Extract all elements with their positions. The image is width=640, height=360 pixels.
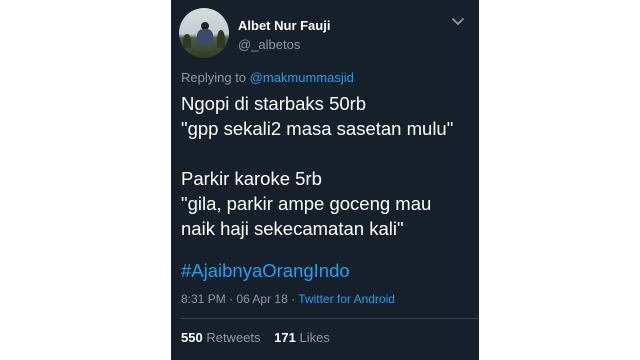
chevron-down-icon[interactable] <box>451 17 465 27</box>
tweet-line: naik haji sekecamatan kali" <box>181 218 404 239</box>
retweets-label: Retweets <box>206 330 261 345</box>
likes-label: Likes <box>299 330 330 345</box>
replying-to: Replying to @makmummasjid <box>181 70 354 85</box>
hashtag-link[interactable]: #AjaibnyaOrangIndo <box>181 260 350 282</box>
replying-to-handle-link[interactable]: @makmummasjid <box>250 70 354 85</box>
tweet-line: Parkir karoke 5rb <box>181 168 322 189</box>
tweet-line: "gpp sekali2 masa sasetan mulu" <box>181 118 454 139</box>
retweets-count: 550 <box>181 330 203 345</box>
retweets-stat[interactable]: 550 Retweets <box>181 330 264 345</box>
tweet-date: 06 Apr 18 <box>236 292 288 306</box>
author-handle[interactable]: @_albetos <box>238 37 300 52</box>
divider <box>181 318 479 319</box>
tweet-card: Albet Nur Fauji @_albetos Replying to @m… <box>171 0 479 360</box>
tweet-time: 8:31 PM <box>181 292 226 306</box>
tweet-line: Ngopi di starbaks 50rb <box>181 93 367 114</box>
likes-count: 171 <box>274 330 296 345</box>
likes-stat[interactable]: 171 Likes <box>274 330 330 345</box>
avatar-person-body <box>197 29 213 45</box>
tweet-stats: 550 Retweets 171 Likes <box>181 330 330 345</box>
tweet-meta: 8:31 PM · 06 Apr 18 · Twitter for Androi… <box>181 292 395 306</box>
tweet-text: Ngopi di starbaks 50rb "gpp sekali2 masa… <box>181 91 471 241</box>
author-name[interactable]: Albet Nur Fauji <box>238 18 330 33</box>
tweet-source-link[interactable]: Twitter for Android <box>298 292 395 306</box>
replying-to-label: Replying to <box>181 70 247 85</box>
meta-separator: · <box>229 292 234 306</box>
avatar[interactable] <box>179 8 229 58</box>
avatar-tree <box>183 34 191 48</box>
meta-separator: · <box>291 292 296 306</box>
tweet-line: "gila, parkir ampe goceng mau <box>181 193 432 214</box>
avatar-tree <box>217 30 225 48</box>
